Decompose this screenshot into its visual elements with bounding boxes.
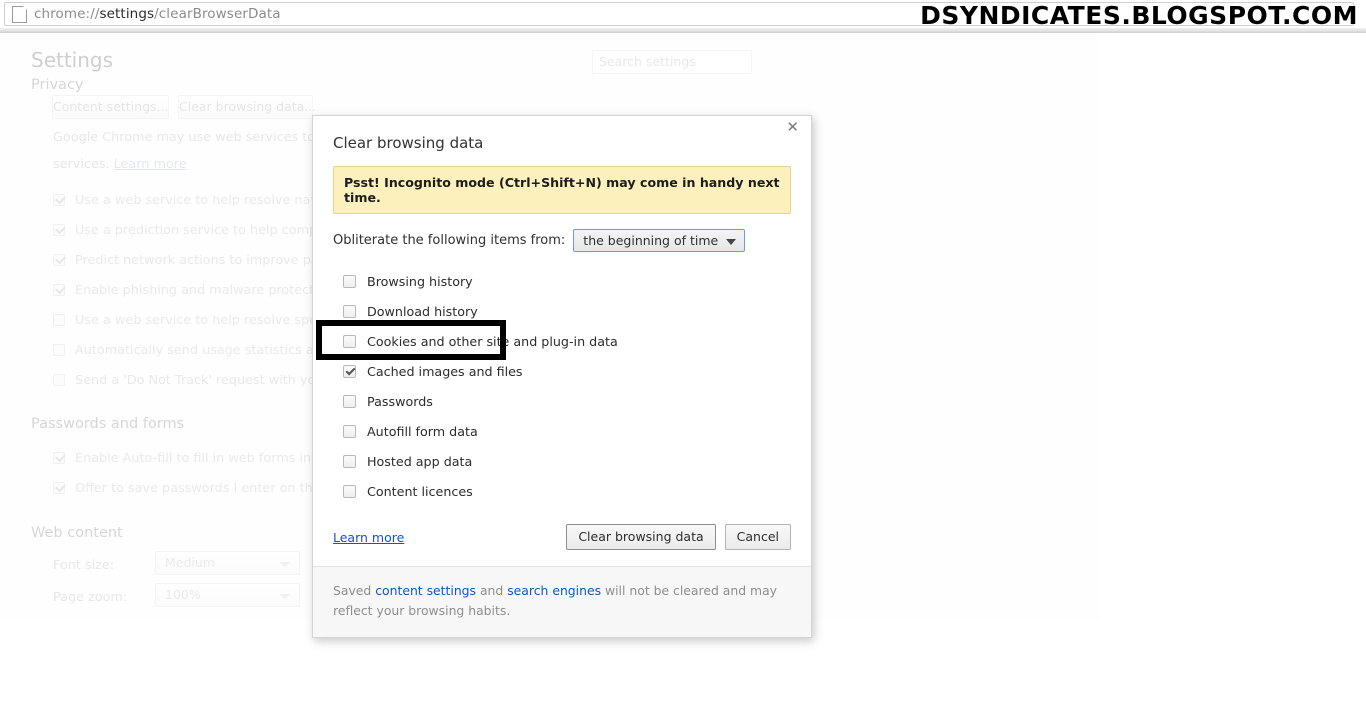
- footnote-part2: and: [476, 583, 508, 598]
- document-icon: [12, 5, 27, 23]
- address-bar-url: chrome://settings/clearBrowserData: [34, 6, 281, 22]
- checkbox-label: Browsing history: [367, 273, 473, 289]
- content-settings-link[interactable]: content settings: [375, 583, 476, 598]
- dialog-body: ✕ Clear browsing data Psst! Incognito mo…: [313, 116, 811, 506]
- checkbox-autofill-form-data[interactable]: Autofill form data: [343, 416, 791, 446]
- page-zoom-label: Page zoom:: [53, 590, 128, 605]
- dialog-footnote: Saved content settings and search engine…: [313, 566, 811, 637]
- privacy-description-text: services.: [53, 157, 110, 172]
- checkbox-box: [343, 424, 356, 438]
- checkbox-download-history[interactable]: Download history: [343, 296, 791, 326]
- font-size-value: Medium: [165, 555, 215, 570]
- chevron-down-icon: [726, 239, 737, 245]
- url-path: /clearBrowserData: [154, 6, 281, 22]
- content-settings-button[interactable]: Content settings...: [52, 95, 169, 119]
- data-type-checkbox-list: Browsing history Download history Cookie…: [343, 266, 791, 506]
- cancel-button[interactable]: Cancel: [724, 524, 791, 550]
- clear-browsing-data-dialog: ✕ Clear browsing data Psst! Incognito mo…: [312, 115, 812, 638]
- privacy-checkbox-3[interactable]: Enable phishing and malware protection: [53, 283, 334, 298]
- time-range-select[interactable]: the beginning of time: [573, 229, 746, 252]
- font-size-select[interactable]: Medium: [155, 551, 300, 575]
- search-settings-input[interactable]: Search settings: [592, 50, 752, 74]
- clear-browsing-data-button[interactable]: Clear browsing data: [566, 524, 716, 550]
- privacy-description-line2: services. Learn more: [53, 157, 187, 172]
- checkbox-label: Passwords: [367, 393, 433, 409]
- checkbox-label: Content licences: [367, 483, 473, 499]
- page-zoom-select[interactable]: 100%: [155, 583, 300, 607]
- section-heading-web-content: Web content: [31, 525, 123, 541]
- checkbox-label: Hosted app data: [367, 453, 473, 469]
- checkbox-browsing-history[interactable]: Browsing history: [343, 266, 791, 296]
- checkbox-label: Download history: [367, 303, 478, 319]
- privacy-learn-more-link[interactable]: Learn more: [114, 157, 187, 172]
- incognito-notice: Psst! Incognito mode (Ctrl+Shift+N) may …: [333, 166, 791, 214]
- clear-browsing-data-button[interactable]: Clear browsing data...: [178, 95, 316, 119]
- font-size-label: Font size:: [53, 558, 115, 573]
- checkbox-label: Cookies and other site and plug-in data: [367, 333, 618, 349]
- search-engines-link[interactable]: search engines: [507, 583, 601, 598]
- checkbox-label: Cached images and files: [367, 363, 523, 379]
- page-zoom-value: 100%: [165, 587, 201, 602]
- section-heading-passwords-and-forms: Passwords and forms: [31, 416, 185, 432]
- checkbox-label: Autofill form data: [367, 423, 478, 439]
- watermark: DSYNDICATES.BLOGSPOT.COM: [920, 1, 1358, 30]
- time-range-value: the beginning of time: [583, 233, 719, 248]
- checkbox-box: [343, 364, 356, 378]
- checkbox-box: [343, 454, 356, 468]
- checkbox-box: [343, 334, 356, 348]
- time-range-row: Obliterate the following items from: the…: [333, 229, 791, 252]
- checkbox-box: [343, 484, 356, 498]
- chevron-down-icon: [280, 594, 290, 599]
- checkbox-passwords[interactable]: Passwords: [343, 386, 791, 416]
- footnote-part1: Saved: [333, 583, 376, 598]
- checkbox-box: [343, 304, 356, 318]
- page-title: Settings: [31, 48, 114, 72]
- dialog-actions: Learn more Clear browsing data Cancel: [313, 506, 811, 566]
- checkbox-cached-images-and-files[interactable]: Cached images and files: [343, 356, 791, 386]
- url-host: settings: [99, 6, 155, 22]
- url-prefix: chrome://: [34, 6, 100, 22]
- chevron-down-icon: [280, 562, 290, 567]
- checkbox-box: [343, 274, 356, 288]
- learn-more-link[interactable]: Learn more: [333, 530, 404, 545]
- checkbox-hosted-app-data[interactable]: Hosted app data: [343, 446, 791, 476]
- action-buttons: Clear browsing data Cancel: [566, 524, 791, 550]
- obliterate-label: Obliterate the following items from:: [333, 233, 566, 248]
- close-icon[interactable]: ✕: [786, 120, 799, 135]
- checkbox-box: [343, 394, 356, 408]
- search-settings-placeholder: Search settings: [599, 54, 696, 69]
- section-heading-privacy: Privacy: [31, 77, 84, 93]
- checkbox-cookies-and-site-data[interactable]: Cookies and other site and plug-in data: [343, 326, 791, 356]
- checkbox-content-licences[interactable]: Content licences: [343, 476, 791, 506]
- dialog-title: Clear browsing data: [333, 134, 484, 152]
